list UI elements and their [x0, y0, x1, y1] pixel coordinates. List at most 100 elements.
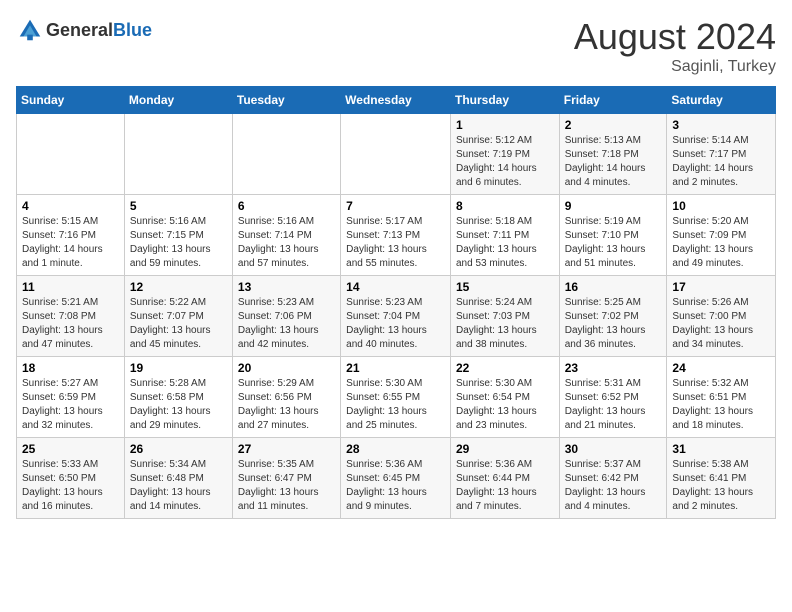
day-info: Sunrise: 5:16 AM Sunset: 7:15 PM Dayligh… — [130, 215, 227, 271]
day-cell: 11Sunrise: 5:21 AM Sunset: 7:08 PM Dayli… — [17, 276, 125, 357]
day-info: Sunrise: 5:17 AM Sunset: 7:13 PM Dayligh… — [346, 215, 445, 271]
day-cell: 14 Sunrise: 5:23 AM Sunset: 7:04 PM Dayli… — [341, 276, 451, 357]
day-number: 8 — [456, 199, 554, 213]
day-info: Sunrise: 5:13 AM Sunset: 7:18 PM Dayligh… — [565, 134, 662, 190]
day-number: 14 — [346, 280, 445, 294]
page-header: GeneralBlue August 2024 Saginli, Turkey — [16, 16, 776, 76]
week-row-2: 4 Sunrise: 5:15 AM Sunset: 7:16 PM Daylig… — [17, 195, 776, 276]
day-cell — [124, 114, 232, 195]
day-number: 2 — [565, 118, 662, 132]
day-info: Sunrise: 5:18 AM Sunset: 7:11 PM Dayligh… — [456, 215, 554, 271]
day-info: Sunrise: 5:22 AM Sunset: 7:07 PM Dayligh… — [130, 296, 227, 352]
day-number: 17 — [672, 280, 770, 294]
weekday-header-friday: Friday — [559, 87, 667, 114]
day-number: 6 — [238, 199, 335, 213]
day-number: 19 — [130, 361, 227, 375]
day-number: 15 — [456, 280, 554, 294]
day-cell: 4 Sunrise: 5:15 AM Sunset: 7:16 PM Daylig… — [17, 195, 125, 276]
logo-icon — [16, 16, 44, 44]
day-number: 29 — [456, 442, 554, 456]
day-info: Sunrise: 5:25 AM Sunset: 7:02 PM Dayligh… — [565, 296, 662, 352]
day-info: Sunrise: 5:30 AM Sunset: 6:54 PM Dayligh… — [456, 377, 554, 433]
week-row-5: 25Sunrise: 5:33 AM Sunset: 6:50 PM Dayli… — [17, 438, 776, 519]
day-number: 5 — [130, 199, 227, 213]
day-info: Sunrise: 5:14 AM Sunset: 7:17 PM Dayligh… — [672, 134, 770, 190]
week-row-1: 1 Sunrise: 5:12 AM Sunset: 7:19 PM Daylig… — [17, 114, 776, 195]
day-cell — [17, 114, 125, 195]
day-cell: 10 Sunrise: 5:20 AM Sunset: 7:09 PM Dayli… — [667, 195, 776, 276]
day-cell: 15 Sunrise: 5:24 AM Sunset: 7:03 PM Dayli… — [450, 276, 559, 357]
day-number: 20 — [238, 361, 335, 375]
day-info: Sunrise: 5:38 AM Sunset: 6:41 PM Dayligh… — [672, 458, 770, 514]
week-row-4: 18 Sunrise: 5:27 AM Sunset: 6:59 PM Dayli… — [17, 357, 776, 438]
day-cell: 30Sunrise: 5:37 AM Sunset: 6:42 PM Dayli… — [559, 438, 667, 519]
day-cell: 22Sunrise: 5:30 AM Sunset: 6:54 PM Dayli… — [450, 357, 559, 438]
day-number: 25 — [22, 442, 119, 456]
weekday-header-tuesday: Tuesday — [232, 87, 340, 114]
day-number: 23 — [565, 361, 662, 375]
day-cell: 8 Sunrise: 5:18 AM Sunset: 7:11 PM Daylig… — [450, 195, 559, 276]
day-cell: 17 Sunrise: 5:26 AM Sunset: 7:00 PM Dayli… — [667, 276, 776, 357]
day-info: Sunrise: 5:20 AM Sunset: 7:09 PM Dayligh… — [672, 215, 770, 271]
day-info: Sunrise: 5:36 AM Sunset: 6:45 PM Dayligh… — [346, 458, 445, 514]
day-number: 1 — [456, 118, 554, 132]
day-cell: 5 Sunrise: 5:16 AM Sunset: 7:15 PM Daylig… — [124, 195, 232, 276]
day-cell: 7 Sunrise: 5:17 AM Sunset: 7:13 PM Daylig… — [341, 195, 451, 276]
day-cell: 31 Sunrise: 5:38 AM Sunset: 6:41 PM Dayli… — [667, 438, 776, 519]
day-info: Sunrise: 5:16 AM Sunset: 7:14 PM Dayligh… — [238, 215, 335, 271]
day-cell: 29 Sunrise: 5:36 AM Sunset: 6:44 PM Dayli… — [450, 438, 559, 519]
day-info: Sunrise: 5:12 AM Sunset: 7:19 PM Dayligh… — [456, 134, 554, 190]
day-info: Sunrise: 5:27 AM Sunset: 6:59 PM Dayligh… — [22, 377, 119, 433]
day-cell — [232, 114, 340, 195]
day-number: 10 — [672, 199, 770, 213]
day-cell — [341, 114, 451, 195]
day-info: Sunrise: 5:32 AM Sunset: 6:51 PM Dayligh… — [672, 377, 770, 433]
day-cell: 9 Sunrise: 5:19 AM Sunset: 7:10 PM Daylig… — [559, 195, 667, 276]
weekday-header-row: SundayMondayTuesdayWednesdayThursdayFrid… — [17, 87, 776, 114]
day-number: 12 — [130, 280, 227, 294]
weekday-header-sunday: Sunday — [17, 87, 125, 114]
day-cell: 16 Sunrise: 5:25 AM Sunset: 7:02 PM Dayli… — [559, 276, 667, 357]
day-number: 4 — [22, 199, 119, 213]
day-info: Sunrise: 5:24 AM Sunset: 7:03 PM Dayligh… — [456, 296, 554, 352]
title-block: August 2024 Saginli, Turkey — [574, 16, 776, 76]
week-row-3: 11Sunrise: 5:21 AM Sunset: 7:08 PM Dayli… — [17, 276, 776, 357]
day-cell: 25Sunrise: 5:33 AM Sunset: 6:50 PM Dayli… — [17, 438, 125, 519]
day-number: 3 — [672, 118, 770, 132]
day-number: 9 — [565, 199, 662, 213]
month-year-title: August 2024 — [574, 16, 776, 58]
day-info: Sunrise: 5:31 AM Sunset: 6:52 PM Dayligh… — [565, 377, 662, 433]
day-number: 21 — [346, 361, 445, 375]
day-cell: 6 Sunrise: 5:16 AM Sunset: 7:14 PM Daylig… — [232, 195, 340, 276]
day-cell: 18 Sunrise: 5:27 AM Sunset: 6:59 PM Dayli… — [17, 357, 125, 438]
logo-text-blue: Blue — [113, 20, 152, 40]
day-cell: 23 Sunrise: 5:31 AM Sunset: 6:52 PM Dayli… — [559, 357, 667, 438]
day-cell: 27Sunrise: 5:35 AM Sunset: 6:47 PM Dayli… — [232, 438, 340, 519]
day-info: Sunrise: 5:15 AM Sunset: 7:16 PM Dayligh… — [22, 215, 119, 271]
day-info: Sunrise: 5:28 AM Sunset: 6:58 PM Dayligh… — [130, 377, 227, 433]
day-info: Sunrise: 5:36 AM Sunset: 6:44 PM Dayligh… — [456, 458, 554, 514]
day-info: Sunrise: 5:19 AM Sunset: 7:10 PM Dayligh… — [565, 215, 662, 271]
location-subtitle: Saginli, Turkey — [574, 58, 776, 76]
day-info: Sunrise: 5:23 AM Sunset: 7:06 PM Dayligh… — [238, 296, 335, 352]
day-info: Sunrise: 5:35 AM Sunset: 6:47 PM Dayligh… — [238, 458, 335, 514]
weekday-header-saturday: Saturday — [667, 87, 776, 114]
day-number: 16 — [565, 280, 662, 294]
logo-text-general: General — [46, 20, 113, 40]
day-number: 7 — [346, 199, 445, 213]
day-cell: 19 Sunrise: 5:28 AM Sunset: 6:58 PM Dayli… — [124, 357, 232, 438]
day-cell: 3 Sunrise: 5:14 AM Sunset: 7:17 PM Daylig… — [667, 114, 776, 195]
weekday-header-thursday: Thursday — [450, 87, 559, 114]
day-cell: 28Sunrise: 5:36 AM Sunset: 6:45 PM Dayli… — [341, 438, 451, 519]
weekday-header-monday: Monday — [124, 87, 232, 114]
day-info: Sunrise: 5:23 AM Sunset: 7:04 PM Dayligh… — [346, 296, 445, 352]
day-number: 31 — [672, 442, 770, 456]
day-info: Sunrise: 5:29 AM Sunset: 6:56 PM Dayligh… — [238, 377, 335, 433]
day-info: Sunrise: 5:21 AM Sunset: 7:08 PM Dayligh… — [22, 296, 119, 352]
weekday-header-wednesday: Wednesday — [341, 87, 451, 114]
day-cell: 21Sunrise: 5:30 AM Sunset: 6:55 PM Dayli… — [341, 357, 451, 438]
day-number: 18 — [22, 361, 119, 375]
day-cell: 2 Sunrise: 5:13 AM Sunset: 7:18 PM Daylig… — [559, 114, 667, 195]
day-info: Sunrise: 5:26 AM Sunset: 7:00 PM Dayligh… — [672, 296, 770, 352]
day-cell: 20 Sunrise: 5:29 AM Sunset: 6:56 PM Dayli… — [232, 357, 340, 438]
